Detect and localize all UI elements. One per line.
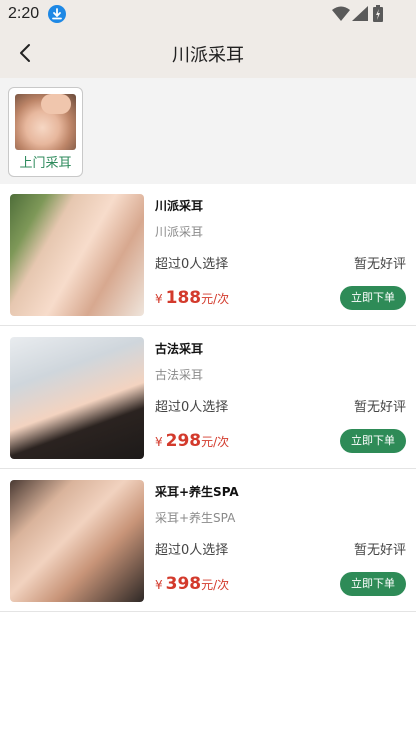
service-name: 古法采耳 — [155, 342, 204, 356]
service-price: ¥188元/次 — [155, 288, 229, 308]
service-image[interactable] — [10, 480, 144, 602]
category-thumbnail — [15, 94, 76, 150]
currency-symbol: ¥ — [155, 292, 163, 306]
download-icon — [48, 5, 66, 23]
review-status: 暂无好评 — [353, 400, 406, 415]
service-subtitle: 采耳+养生SPA — [155, 511, 236, 525]
price-unit: 元/次 — [201, 292, 230, 306]
order-now-button[interactable]: 立即下单 — [340, 286, 406, 310]
selection-count: 超过0人选择 — [155, 543, 229, 558]
review-status: 暂无好评 — [353, 257, 406, 272]
status-bar: 2:20 — [0, 0, 416, 28]
service-item[interactable]: 采耳+养生SPA 采耳+养生SPA 超过0人选择 暂无好评 ¥398元/次 立即… — [0, 470, 416, 612]
service-item[interactable]: 川派采耳 川派采耳 超过0人选择 暂无好评 ¥188元/次 立即下单 — [0, 184, 416, 326]
signal-icon — [352, 6, 368, 25]
service-subtitle: 古法采耳 — [155, 368, 204, 382]
price-unit: 元/次 — [201, 578, 230, 592]
currency-symbol: ¥ — [155, 578, 163, 592]
category-bar: 上门采耳 — [0, 78, 416, 184]
service-price: ¥298元/次 — [155, 431, 229, 451]
order-now-button[interactable]: 立即下单 — [340, 572, 406, 596]
nav-bar: 川派采耳 — [0, 28, 416, 78]
status-time: 2:20 — [8, 5, 40, 22]
service-name: 川派采耳 — [155, 199, 204, 213]
battery-icon — [373, 5, 383, 26]
service-price: ¥398元/次 — [155, 574, 229, 594]
order-now-button[interactable]: 立即下单 — [340, 429, 406, 453]
service-image[interactable] — [10, 337, 144, 459]
service-image[interactable] — [10, 194, 144, 316]
currency-symbol: ¥ — [155, 435, 163, 449]
selection-count: 超过0人选择 — [155, 400, 229, 415]
service-name: 采耳+养生SPA — [155, 485, 239, 499]
price-value: 298 — [165, 431, 202, 451]
page-title: 川派采耳 — [172, 45, 244, 66]
price-value: 188 — [165, 288, 202, 308]
thumbnail-detail — [41, 94, 71, 114]
service-item[interactable]: 古法采耳 古法采耳 超过0人选择 暂无好评 ¥298元/次 立即下单 — [0, 327, 416, 469]
wifi-icon — [332, 6, 350, 25]
price-unit: 元/次 — [201, 435, 230, 449]
category-label: 上门采耳 — [19, 156, 72, 171]
service-subtitle: 川派采耳 — [155, 225, 204, 239]
selection-count: 超过0人选择 — [155, 257, 229, 272]
category-item-home-ear-cleaning[interactable]: 上门采耳 — [8, 87, 83, 177]
price-value: 398 — [165, 574, 202, 594]
review-status: 暂无好评 — [353, 543, 406, 558]
